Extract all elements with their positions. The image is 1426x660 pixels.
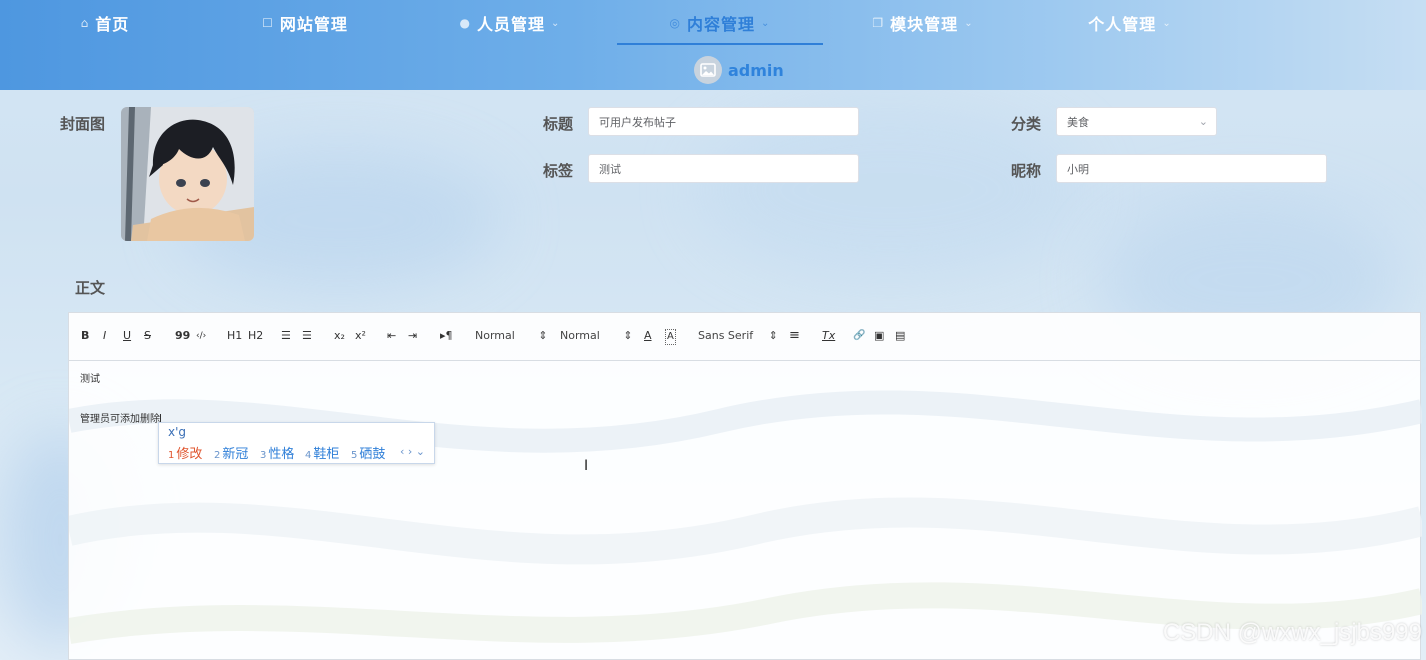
ime-page-controls[interactable]: ‹ › ⌄ xyxy=(400,445,425,458)
underline-button[interactable]: U xyxy=(123,329,131,343)
cover-image[interactable] xyxy=(121,107,254,241)
category-label: 分类 xyxy=(1011,115,1042,133)
align-button[interactable]: ≡ xyxy=(789,329,800,343)
chevron-down-icon: ⌄ xyxy=(1198,115,1208,128)
select-arrows-icon: ⇕ xyxy=(623,329,633,342)
user-name: admin xyxy=(728,60,784,80)
nav-item-label: 内容管理 xyxy=(687,15,756,34)
nav-item-home[interactable]: ⌂ 首页 xyxy=(60,0,150,46)
watermark: CSDN @wxwx_jsjbs999 xyxy=(1162,619,1422,646)
wave-background xyxy=(69,390,1422,644)
top-nav-bar: ⌂ 首页 ☐ 网站管理 ● 人员管理 ⌄ ◎ 内容管理 ⌄ ❐ 模块管理 ⌄ 个… xyxy=(0,0,1426,90)
nav-item-label: 模块管理 xyxy=(890,15,959,34)
header-select-value: Normal xyxy=(560,329,600,342)
user-menu[interactable]: admin xyxy=(694,55,784,85)
size-select[interactable]: Normal ⇕ xyxy=(475,329,548,342)
copy-icon: ❐ xyxy=(872,16,885,30)
nav-item-personnel-management[interactable]: ● 人员管理 ⌄ xyxy=(445,0,575,46)
font-select[interactable]: Sans Serif ⇕ xyxy=(698,329,778,342)
rich-text-editor: B I U S 99 ‹/› H1 H2 ☰ ☰ x₂ x² ⇤ ⇥ ▸¶ No… xyxy=(68,312,1422,660)
editor-toolbar: B I U S 99 ‹/› H1 H2 ☰ ☰ x₂ x² ⇤ ⇥ ▸¶ No… xyxy=(69,313,1420,361)
header-select[interactable]: Normal ⇕ xyxy=(560,329,633,342)
h1-button[interactable]: H1 xyxy=(227,329,242,343)
select-arrows-icon: ⇕ xyxy=(768,329,778,342)
ime-candidate[interactable]: 3 性格 xyxy=(260,443,294,462)
blockquote-button[interactable]: 99 xyxy=(175,329,190,343)
nickname-input[interactable]: 小明 xyxy=(1056,154,1327,183)
nickname-input-value: 小明 xyxy=(1067,162,1089,176)
title-input[interactable]: 可用户发布帖子 xyxy=(588,107,859,136)
superscript-button[interactable]: x² xyxy=(355,329,366,343)
nav-item-label: 人员管理 xyxy=(477,15,546,34)
nav-item-content-management[interactable]: ◎ 内容管理 ⌄ xyxy=(650,0,790,46)
nickname-label: 昵称 xyxy=(1011,162,1042,180)
content-line: 管理员可添加删除 xyxy=(80,410,161,425)
bullet-list-button[interactable]: ☰ xyxy=(302,329,312,343)
chevron-down-icon: ⌄ xyxy=(761,17,771,29)
cover-label: 封面图 xyxy=(60,115,106,133)
text-direction-button[interactable]: ▸¶ xyxy=(440,329,453,343)
text-cursor-icon: I xyxy=(584,458,589,474)
nav-item-personal-management[interactable]: 个人管理 ⌄ xyxy=(1070,0,1190,46)
ime-candidate[interactable]: 5 硒鼓 xyxy=(351,443,385,462)
user-icon: ● xyxy=(459,16,472,30)
ordered-list-button[interactable]: ☰ xyxy=(281,329,291,343)
background-color-button[interactable]: A xyxy=(665,329,676,345)
image-button[interactable]: ▣ xyxy=(874,329,884,343)
nav-item-label: 个人管理 xyxy=(1088,15,1157,34)
chevron-down-icon: ⌄ xyxy=(964,17,974,29)
title-label: 标题 xyxy=(543,115,574,133)
link-button[interactable]: 🔗 xyxy=(853,329,865,343)
select-arrows-icon: ⇕ xyxy=(538,329,548,342)
category-select-value: 美食 xyxy=(1067,115,1089,129)
chevron-down-icon: ⌄ xyxy=(551,17,561,29)
title-input-value: 可用户发布帖子 xyxy=(599,115,676,129)
editor-content[interactable]: 测试 管理员可添加删除 I xyxy=(69,361,1422,660)
subscript-button[interactable]: x₂ xyxy=(334,329,345,343)
avatar xyxy=(694,56,722,84)
bold-button[interactable]: B xyxy=(81,329,89,343)
clean-format-button[interactable]: Tx xyxy=(822,329,835,343)
active-tab-indicator xyxy=(617,43,823,45)
font-color-button[interactable]: A xyxy=(644,329,652,343)
nav-item-label: 网站管理 xyxy=(279,15,348,34)
tag-input[interactable]: 测试 xyxy=(588,154,859,183)
content-line-text: 管理员可添加删除 xyxy=(80,414,160,425)
font-select-value: Sans Serif xyxy=(698,329,754,342)
ime-candidate[interactable]: 2 新冠 xyxy=(214,443,248,462)
tag-input-value: 测试 xyxy=(599,162,621,176)
image-icon xyxy=(700,63,716,77)
square-icon: ☐ xyxy=(262,16,274,30)
nav-item-module-management[interactable]: ❐ 模块管理 ⌄ xyxy=(858,0,988,46)
ime-pinyin-input: x'g xyxy=(168,425,187,439)
nav-item-label: 首页 xyxy=(95,15,130,34)
video-button[interactable]: ▤ xyxy=(895,329,905,343)
ime-candidate[interactable]: 1 修改 xyxy=(168,443,202,462)
ime-candidate[interactable]: 4 鞋柜 xyxy=(305,443,339,462)
ime-candidate-popup: x'g 1 修改 2 新冠 3 性格 4 鞋柜 5 硒鼓 ‹ › ⌄ xyxy=(158,422,435,464)
content-line: 测试 xyxy=(80,374,100,385)
strike-button[interactable]: S xyxy=(144,329,151,343)
message-icon: ◎ xyxy=(669,16,682,30)
tag-label: 标签 xyxy=(543,162,574,180)
outdent-button[interactable]: ⇤ xyxy=(387,329,396,343)
body-label: 正文 xyxy=(75,279,106,297)
code-button[interactable]: ‹/› xyxy=(196,329,206,343)
cover-illustration xyxy=(121,107,254,241)
indent-button[interactable]: ⇥ xyxy=(408,329,417,343)
h2-button[interactable]: H2 xyxy=(248,329,263,343)
size-select-value: Normal xyxy=(475,329,515,342)
nav-item-site-management[interactable]: ☐ 网站管理 xyxy=(240,0,370,46)
chevron-down-icon: ⌄ xyxy=(1162,17,1172,29)
italic-button[interactable]: I xyxy=(103,329,106,343)
category-select[interactable]: 美食 ⌄ xyxy=(1056,107,1217,136)
home-icon: ⌂ xyxy=(80,16,90,30)
